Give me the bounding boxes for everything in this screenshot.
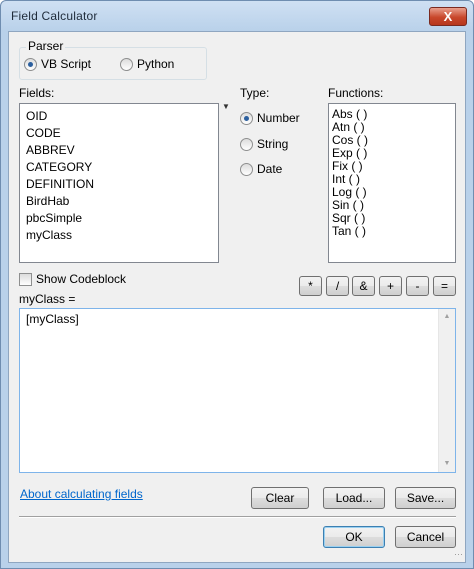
fields-list[interactable]: OID CODE ABBREV CATEGORY DEFINITION Bird… — [19, 103, 219, 263]
fields-label: Fields: — [19, 86, 55, 100]
function-item[interactable]: Cos ( ) — [332, 133, 368, 147]
add-button[interactable]: + — [379, 276, 402, 296]
clear-button[interactable]: Clear — [251, 487, 309, 509]
field-calculator-window: Field Calculator X Parser VB Script Pyth… — [0, 0, 474, 569]
load-button[interactable]: Load... — [323, 487, 385, 509]
field-item-definition[interactable]: DEFINITION — [26, 177, 94, 191]
equals-button[interactable]: = — [433, 276, 456, 296]
about-calculating-fields-link[interactable]: About calculating fields — [20, 487, 143, 501]
expression-scrollbar[interactable]: ▲ ▼ — [438, 309, 455, 472]
show-codeblock-checkbox[interactable]: Show Codeblock — [19, 272, 126, 286]
parser-option-label: VB Script — [41, 57, 92, 71]
divide-button[interactable]: / — [326, 276, 349, 296]
function-item[interactable]: Atn ( ) — [332, 120, 365, 134]
type-option-string[interactable]: String — [240, 137, 288, 151]
type-option-label: Number — [257, 111, 300, 125]
function-item[interactable]: Exp ( ) — [332, 146, 367, 160]
cancel-button[interactable]: Cancel — [395, 526, 456, 548]
checkbox-unchecked-icon[interactable] — [19, 272, 32, 286]
function-item[interactable]: Sqr ( ) — [332, 211, 365, 225]
field-item-pbcsimple[interactable]: pbcSimple — [26, 211, 82, 225]
functions-label: Functions: — [328, 86, 384, 100]
expression-label: myClass = — [19, 292, 76, 306]
window-title: Field Calculator — [11, 9, 98, 23]
close-icon: X — [443, 9, 453, 24]
type-option-number[interactable]: Number — [240, 111, 300, 125]
field-item-oid[interactable]: OID — [26, 109, 47, 123]
multiply-button[interactable]: * — [299, 276, 322, 296]
save-button[interactable]: Save... — [395, 487, 456, 509]
type-option-date[interactable]: Date — [240, 162, 282, 176]
parser-option-vbscript[interactable]: VB Script — [24, 57, 91, 71]
parser-option-python[interactable]: Python — [120, 57, 174, 71]
radio-selected-icon[interactable] — [240, 111, 253, 125]
type-option-label: Date — [257, 162, 283, 176]
parser-group: Parser VB Script Python — [19, 39, 207, 80]
function-item[interactable]: Int ( ) — [332, 172, 360, 186]
parser-label: Parser — [26, 39, 66, 53]
scroll-up-icon[interactable]: ▲ — [439, 309, 455, 325]
separator — [19, 516, 456, 518]
field-item-category[interactable]: CATEGORY — [26, 160, 92, 174]
field-item-abbrev[interactable]: ABBREV — [26, 143, 75, 157]
type-option-label: String — [257, 137, 289, 151]
radio-unselected-icon[interactable] — [120, 57, 133, 71]
radio-unselected-icon[interactable] — [240, 137, 253, 151]
scroll-down-icon[interactable]: ▼ — [439, 456, 455, 472]
ok-button[interactable]: OK — [323, 526, 385, 548]
show-codeblock-label: Show Codeblock — [36, 272, 127, 286]
radio-selected-icon[interactable] — [24, 57, 37, 71]
expression-value: [myClass] — [26, 312, 79, 326]
type-label: Type: — [240, 86, 270, 100]
sort-down-arrow-icon[interactable]: ▼ — [222, 102, 230, 111]
field-item-myclass[interactable]: myClass — [26, 228, 72, 242]
function-item[interactable]: Log ( ) — [332, 185, 367, 199]
function-item[interactable]: Fix ( ) — [332, 159, 363, 173]
subtract-button[interactable]: - — [406, 276, 429, 296]
functions-list[interactable]: Abs ( ) Atn ( ) Cos ( ) Exp ( ) Fix ( ) … — [328, 103, 456, 263]
radio-unselected-icon[interactable] — [240, 162, 253, 176]
concatenate-button[interactable]: & — [352, 276, 375, 296]
field-item-code[interactable]: CODE — [26, 126, 61, 140]
close-button[interactable]: X — [429, 7, 467, 26]
parser-option-label: Python — [137, 57, 175, 71]
expression-input[interactable]: [myClass] ▲ ▼ — [19, 308, 456, 473]
title-bar[interactable]: Field Calculator X — [1, 1, 473, 31]
function-item[interactable]: Tan ( ) — [332, 224, 366, 238]
function-item[interactable]: Abs ( ) — [332, 107, 367, 121]
dialog-body: Parser VB Script Python Fields: OID CODE… — [8, 31, 466, 563]
resize-grip-icon[interactable]: ⋯ — [454, 549, 463, 560]
function-item[interactable]: Sin ( ) — [332, 198, 364, 212]
field-item-birdhab[interactable]: BirdHab — [26, 194, 69, 208]
